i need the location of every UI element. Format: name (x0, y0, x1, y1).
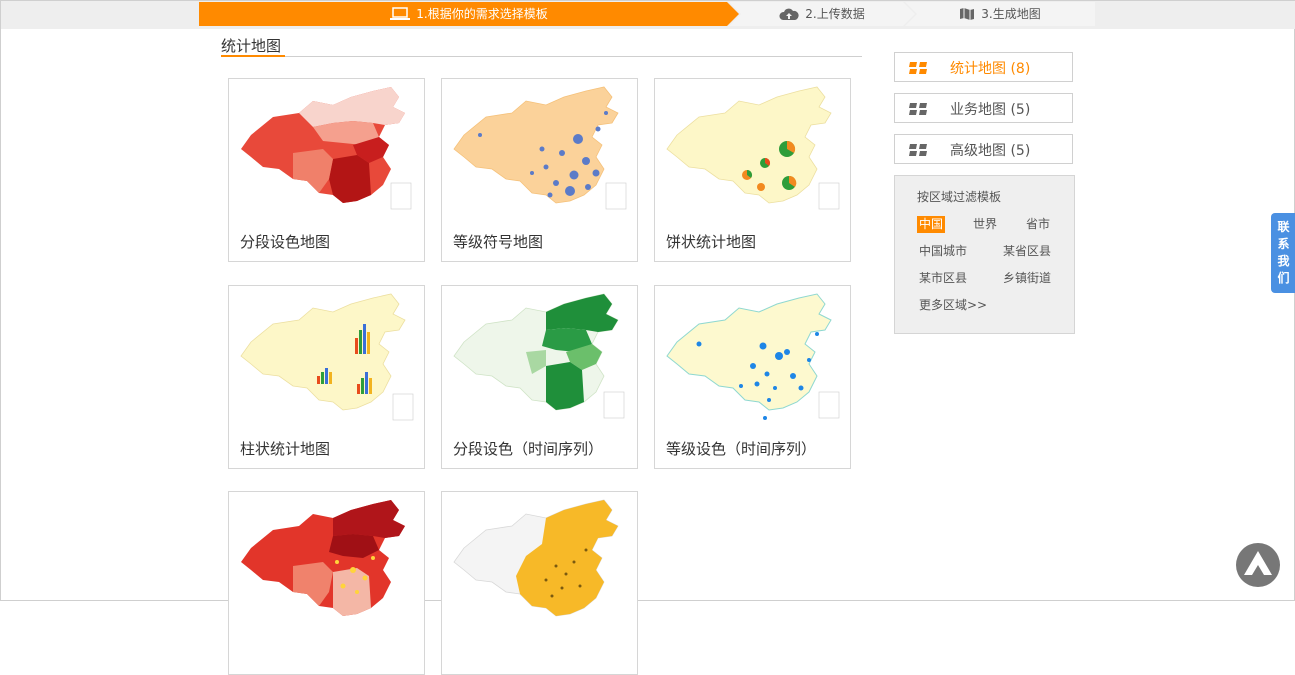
more-regions-link[interactable]: 更多区域>> (917, 297, 989, 314)
heat-dot-map-thumbnail (241, 500, 405, 616)
template-caption: 分段设色地图 (240, 233, 331, 251)
step-1[interactable]: 1.根据你的需求选择模板 (199, 2, 739, 26)
step-3-label: 3.生成地图 (981, 7, 1041, 21)
category-label: 业务地图 (5) (950, 102, 1031, 118)
cloud-upload-icon (779, 8, 799, 20)
template-card[interactable]: 分段设色（时间序列） (441, 285, 638, 469)
bar-chart-map-thumbnail (240, 293, 414, 421)
template-caption: 等级符号地图 (453, 233, 544, 251)
category-label: 统计地图 (8) (950, 61, 1031, 77)
region-option-province-county[interactable]: 某省区县 (1001, 243, 1053, 260)
category-label: 高级地图 (5) (950, 143, 1031, 159)
contact-char: 系 (1277, 237, 1290, 251)
wizard-steps: 1.根据你的需求选择模板 2.上传数据 3.生成地图 (199, 2, 1095, 26)
yellow-dot-map-thumbnail (453, 499, 619, 617)
step-3[interactable]: 3.生成地图 (905, 2, 1095, 26)
region-filter-title: 按区域过滤模板 (917, 190, 1002, 204)
arrow-up-icon (1244, 551, 1272, 575)
template-caption: 柱状统计地图 (240, 440, 331, 458)
region-filter-panel: 按区域过滤模板 中国 世界 省市 中国城市 某省区县 某市区县 乡镇街道 更多区… (894, 175, 1075, 334)
template-caption: 饼状统计地图 (666, 233, 757, 251)
grid-icon (909, 103, 927, 115)
grid-icon (909, 144, 927, 156)
choropleth-map-thumbnail (241, 87, 412, 210)
template-card[interactable] (228, 491, 425, 675)
graduated-symbol-map-thumbnail (453, 86, 627, 210)
category-business-map-button[interactable]: 业务地图 (5) (894, 93, 1073, 123)
template-caption: 分段设色（时间序列） (453, 440, 604, 458)
step-2[interactable]: 2.上传数据 (729, 2, 915, 26)
template-card[interactable]: 柱状统计地图 (228, 285, 425, 469)
step-2-label: 2.上传数据 (805, 7, 865, 21)
region-option-china[interactable]: 中国 (917, 216, 946, 233)
contact-us-tab[interactable]: 联 系 我 们 (1271, 213, 1295, 293)
grid-icon (909, 62, 927, 74)
choropleth-time-series-thumbnail (453, 293, 625, 419)
contact-char: 我 (1277, 254, 1290, 268)
category-advanced-map-button[interactable]: 高级地图 (5) (894, 134, 1073, 164)
region-option-town-street[interactable]: 乡镇街道 (1001, 270, 1053, 287)
section-title-accent (221, 55, 285, 57)
region-option-world[interactable]: 世界 (971, 216, 999, 233)
template-card[interactable]: 等级符号地图 (441, 78, 638, 262)
region-option-province[interactable]: 省市 (1024, 216, 1052, 233)
graduated-color-time-series-thumbnail (666, 293, 840, 420)
template-card[interactable] (441, 491, 638, 675)
region-option-city-district[interactable]: 某市区县 (917, 270, 969, 287)
section-divider (221, 56, 862, 57)
template-caption: 等级设色（时间序列） (666, 440, 817, 458)
map-icon (960, 8, 975, 20)
pie-chart-map-thumbnail (666, 86, 840, 210)
back-to-top-button[interactable] (1236, 543, 1280, 587)
template-card[interactable]: 等级设色（时间序列） (654, 285, 851, 469)
laptop-icon (390, 7, 411, 20)
region-option-china-city[interactable]: 中国城市 (917, 243, 969, 260)
template-card[interactable]: 分段设色地图 (228, 78, 425, 262)
contact-char: 联 (1277, 220, 1290, 234)
step-1-label: 1.根据你的需求选择模板 (416, 7, 548, 21)
contact-char: 们 (1277, 271, 1290, 285)
category-stat-map-button[interactable]: 统计地图 (8) (894, 52, 1073, 82)
template-card[interactable]: 饼状统计地图 (654, 78, 851, 262)
section-title: 统计地图 (221, 37, 282, 55)
